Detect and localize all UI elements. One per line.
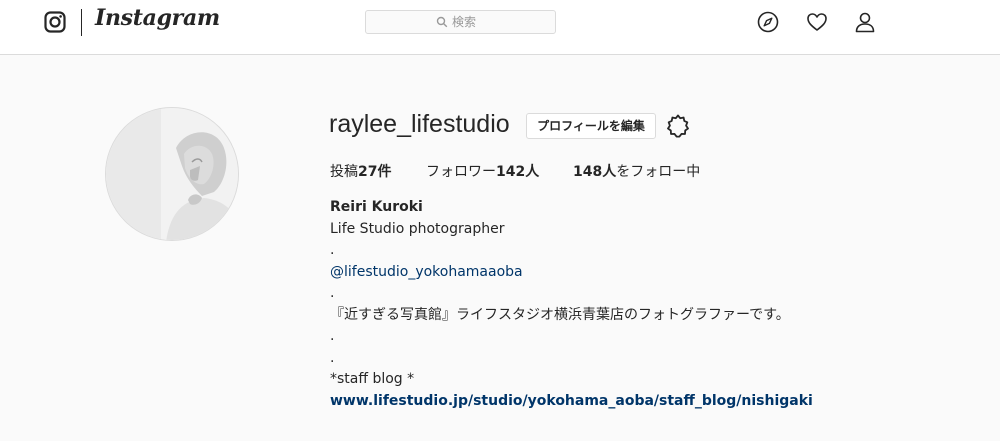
following-count: 148人	[573, 164, 617, 180]
posts-count: 27件	[358, 164, 392, 180]
stat-followers[interactable]: フォロワー142人	[426, 161, 539, 181]
search-box[interactable]	[365, 10, 556, 34]
search-icon	[436, 16, 448, 28]
top-navigation-bar: Instagram	[0, 0, 1000, 55]
profile-bio: Reiri Kuroki Life Studio photographer . …	[330, 197, 950, 412]
followers-label: フォロワー	[426, 164, 496, 180]
bio-full-name: Reiri Kuroki	[330, 199, 423, 215]
logo-divider	[81, 9, 82, 36]
avatar[interactable]	[105, 107, 239, 241]
bio-dot: .	[330, 285, 335, 301]
bio-description: 『近すぎる写真館』ライフスタジオ横浜青葉店のフォトグラファーです。	[330, 306, 790, 323]
following-label: をフォロー中	[616, 164, 701, 180]
settings-gear-icon[interactable]	[666, 114, 690, 138]
bio-mention-link[interactable]: @lifestudio_yokohamaaoba	[330, 264, 523, 280]
bio-line: Life Studio photographer	[330, 220, 505, 237]
followers-count: 142人	[496, 164, 540, 180]
stat-following[interactable]: 148人をフォロー中	[573, 161, 700, 181]
bio-blog-label: *staff blog *	[330, 371, 415, 387]
profile-photo	[106, 108, 238, 240]
stat-posts: 投稿27件	[330, 161, 391, 181]
bio-dot: .	[330, 242, 335, 258]
user-icon[interactable]	[854, 11, 876, 33]
compass-icon[interactable]	[757, 11, 779, 33]
edit-profile-button[interactable]: プロフィールを編集	[526, 113, 656, 139]
bio-dot: .	[330, 328, 335, 344]
bio-website-link[interactable]: www.lifestudio.jp/studio/yokohama_aoba/s…	[330, 393, 813, 409]
search-input[interactable]	[452, 14, 547, 30]
profile-username: raylee_lifestudio	[329, 110, 510, 138]
heart-icon[interactable]	[806, 11, 828, 33]
bio-dot: .	[330, 349, 335, 366]
instagram-glyph-icon[interactable]	[44, 11, 66, 33]
posts-label: 投稿	[330, 164, 358, 180]
instagram-wordmark[interactable]: Instagram	[95, 5, 220, 31]
